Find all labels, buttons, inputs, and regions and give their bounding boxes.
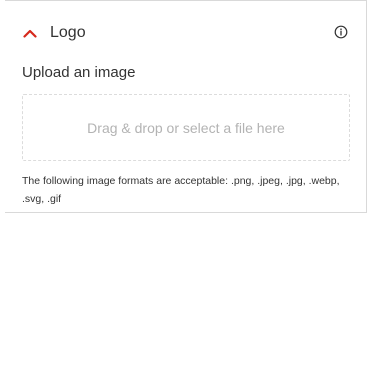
logo-settings-panel: Logo Upload an image Drag & drop or sele… <box>5 0 367 213</box>
chevron-up-icon[interactable] <box>22 27 38 39</box>
logo-section-header[interactable]: Logo <box>22 21 348 45</box>
accepted-formats-note: The following image formats are acceptab… <box>22 175 340 205</box>
info-icon[interactable] <box>334 25 348 39</box>
file-dropzone[interactable]: Drag & drop or select a file here <box>22 94 350 161</box>
upload-image-label: Upload an image <box>22 64 136 81</box>
dropzone-text: Drag & drop or select a file here <box>87 119 285 136</box>
section-title: Logo <box>50 24 86 41</box>
